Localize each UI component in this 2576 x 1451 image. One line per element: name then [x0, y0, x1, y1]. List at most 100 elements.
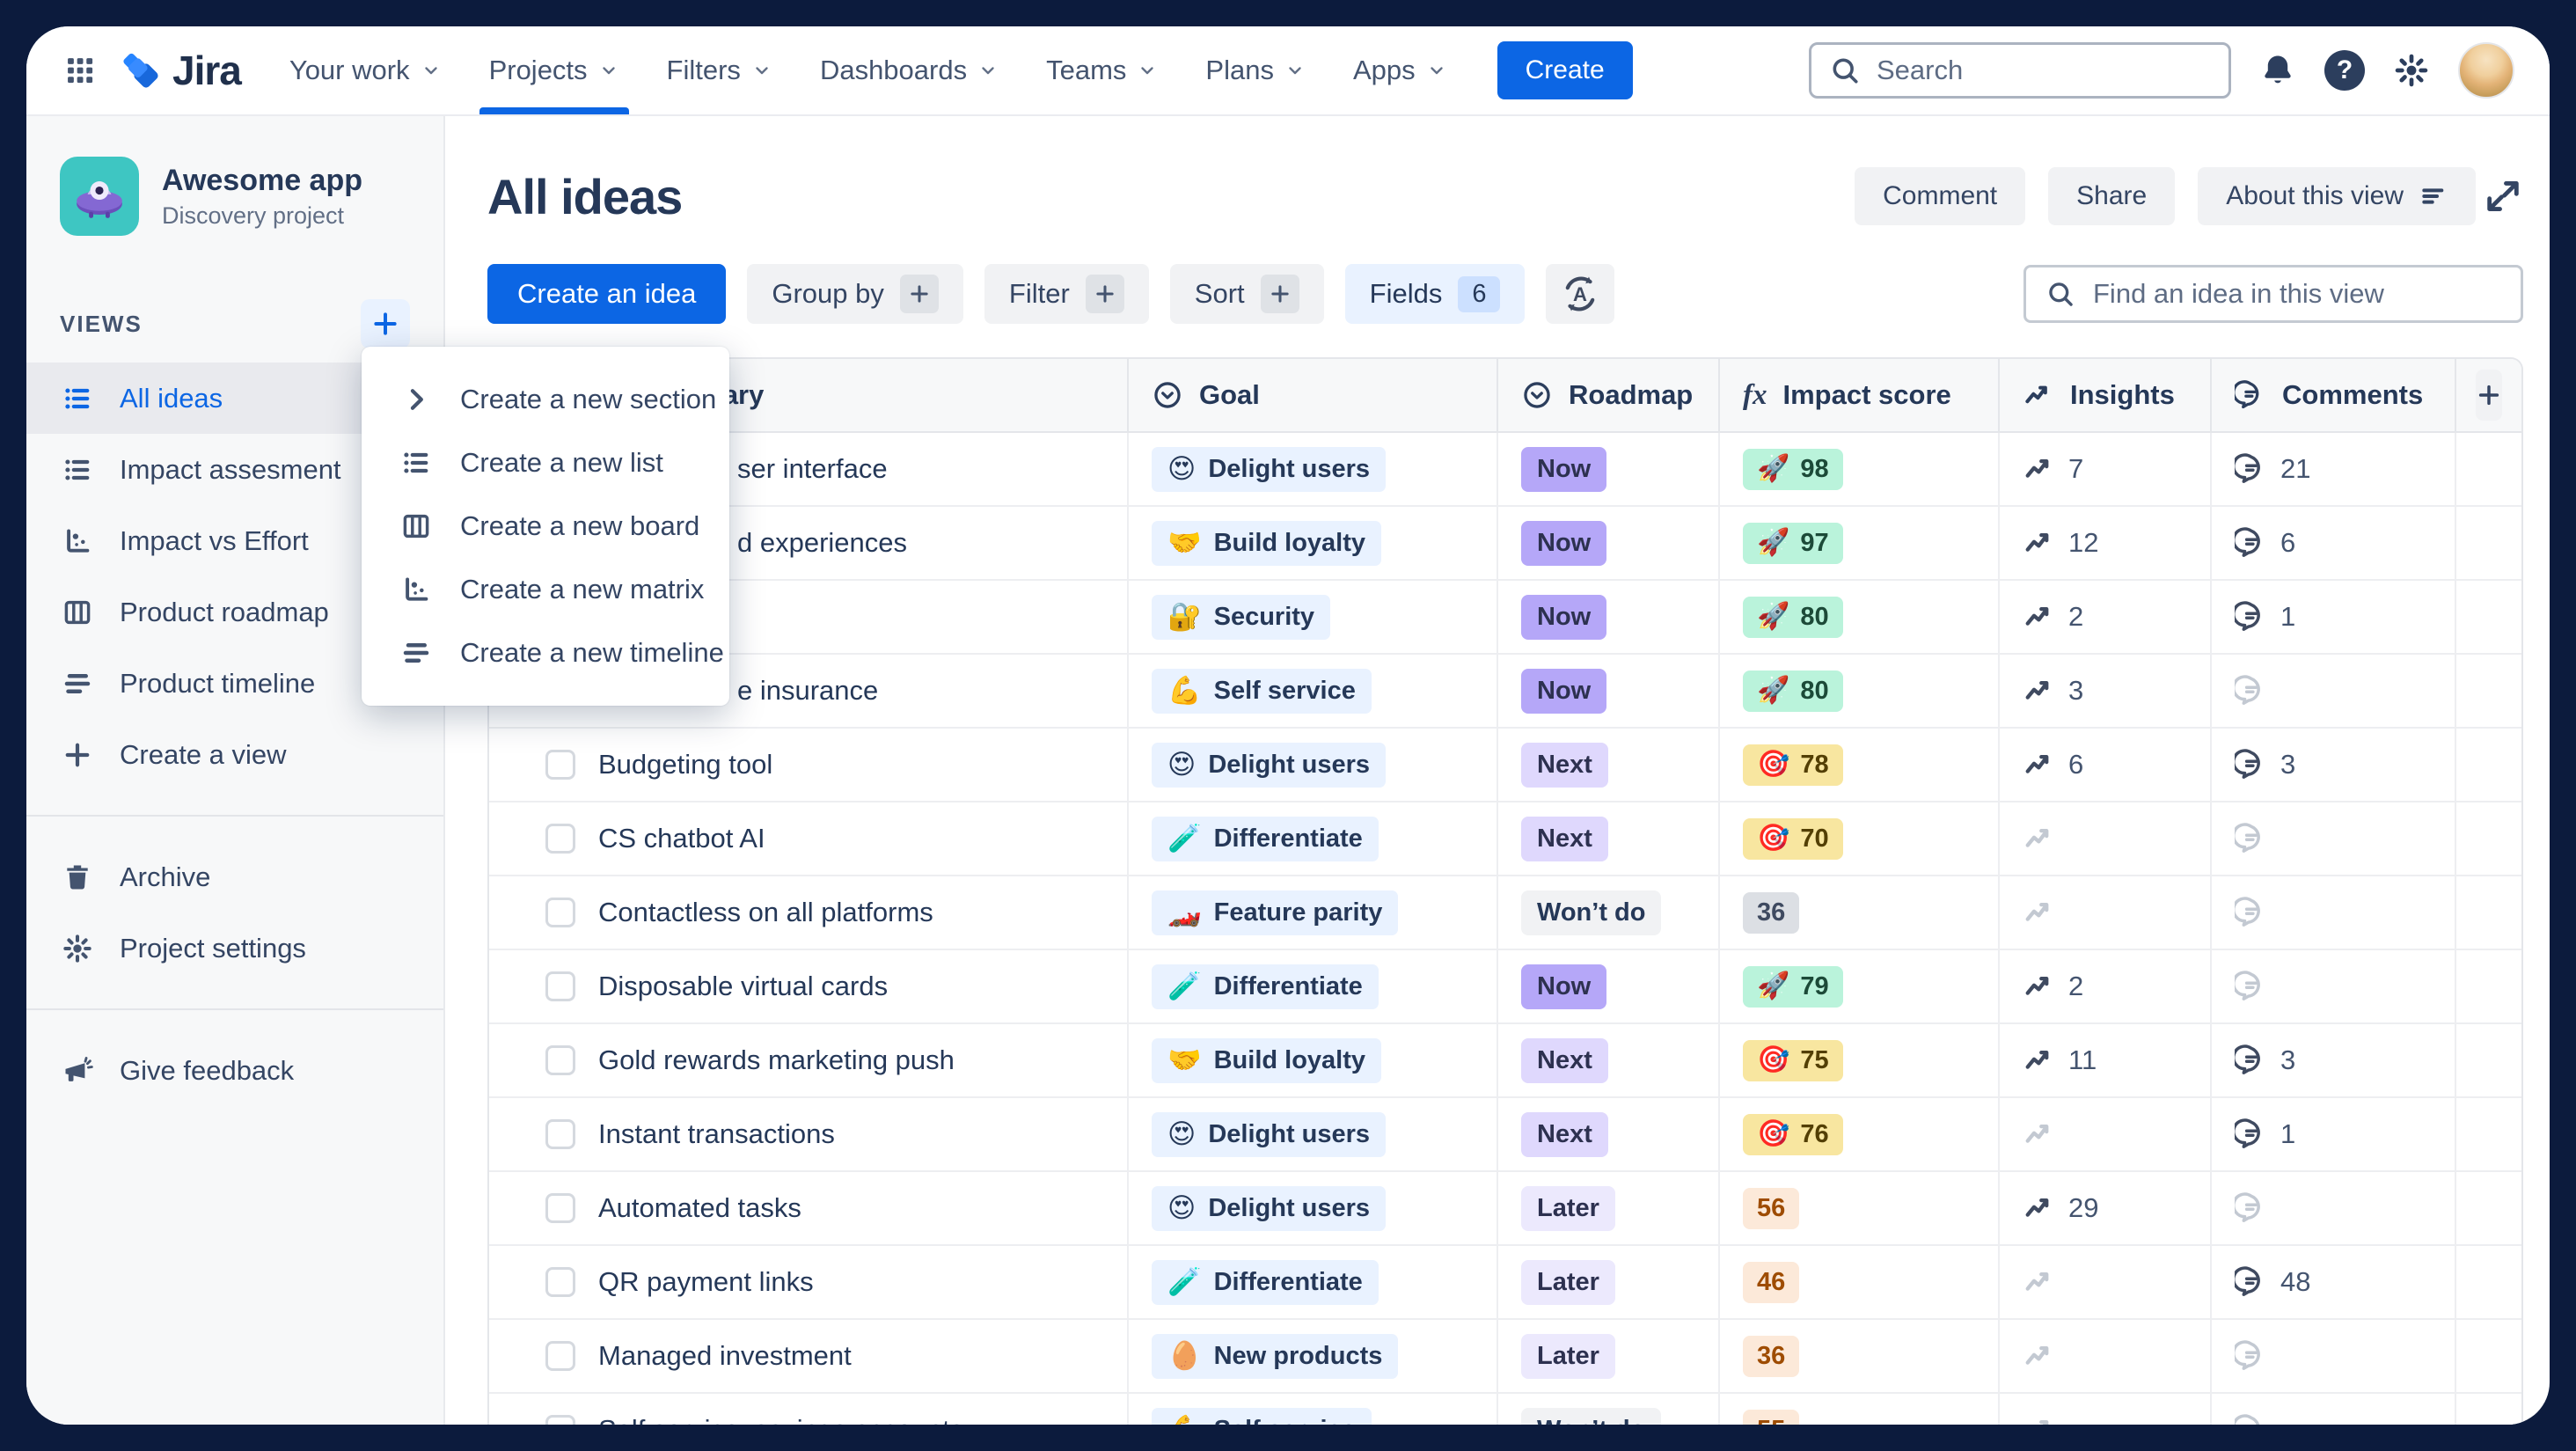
summary-cell[interactable]: Gold rewards marketing push [489, 1024, 1129, 1096]
summary-cell[interactable]: Managed investment [489, 1320, 1129, 1392]
insights-cell[interactable]: 2 [2000, 950, 2212, 1022]
comments-metric[interactable] [2235, 1339, 2268, 1373]
goal-cell[interactable]: 🔐 Security [1129, 581, 1498, 653]
table-row[interactable]: Instant transactions 😍 Delight users Next 🎯 7… [489, 1098, 2521, 1172]
fields-button[interactable]: Fields 6 [1344, 264, 1526, 324]
row-checkbox[interactable] [545, 824, 575, 854]
goal-cell[interactable]: 🧪 Differentiate [1129, 802, 1498, 875]
roadmap-cell[interactable]: Now [1498, 950, 1720, 1022]
goal-chip[interactable]: 🤝 Build loyalty [1152, 520, 1382, 566]
goal-cell[interactable]: 💪 Self service [1129, 655, 1498, 727]
comments-cell[interactable] [2212, 876, 2456, 949]
goal-cell[interactable]: 😍 Delight users [1129, 433, 1498, 505]
impact-score-cell[interactable]: 🎯 76 [1720, 1098, 2000, 1170]
impact-score-cell[interactable]: 🚀 80 [1720, 581, 2000, 653]
comments-cell[interactable]: 1 [2212, 1098, 2456, 1170]
nav-item-filters[interactable]: Filters [643, 26, 796, 114]
roadmap-cell[interactable]: Next [1498, 802, 1720, 875]
roadmap-badge[interactable]: Won’t do [1521, 1407, 1662, 1425]
table-row[interactable]: CS chatbot AI 🧪 Differentiate Next 🎯 70 [489, 802, 2521, 876]
notifications-bell-icon[interactable] [2259, 52, 2296, 89]
nav-item-dashboards[interactable]: Dashboards [796, 26, 1022, 114]
comments-metric[interactable] [2235, 970, 2268, 1003]
goal-chip[interactable]: 😍 Delight users [1152, 446, 1387, 492]
insights-metric[interactable]: 11 [2023, 1044, 2097, 1077]
table-row[interactable]: ser interface 😍 Delight users Now 🚀 98 7 21 [489, 433, 2521, 507]
impact-score-cell[interactable]: 🎯 78 [1720, 729, 2000, 801]
insights-cell[interactable] [2000, 1246, 2212, 1318]
comments-metric[interactable]: 3 [2235, 1044, 2295, 1077]
apps-grid-icon[interactable] [62, 52, 99, 89]
impact-score-badge[interactable]: 🎯 75 [1743, 1039, 1843, 1081]
goal-cell[interactable]: 🤝 Build loyalty [1129, 507, 1498, 579]
impact-score-badge[interactable]: 🚀 97 [1743, 522, 1843, 564]
goal-cell[interactable]: 🏎️ Feature parity [1129, 876, 1498, 949]
roadmap-badge[interactable]: Now [1521, 520, 1607, 566]
impact-score-cell[interactable]: 36 [1720, 1320, 2000, 1392]
goal-chip[interactable]: 😍 Delight users [1152, 742, 1387, 788]
give-feedback-button[interactable]: Give feedback [26, 1035, 443, 1106]
insights-metric[interactable]: 12 [2023, 526, 2098, 560]
insights-cell[interactable]: 7 [2000, 433, 2212, 505]
goal-chip[interactable]: 🤝 Build loyalty [1152, 1037, 1382, 1083]
goal-cell[interactable]: 😍 Delight users [1129, 729, 1498, 801]
menu-item-create-a-new-list[interactable]: Create a new list [362, 431, 729, 495]
translate-button[interactable]: A [1546, 264, 1615, 324]
goal-chip[interactable]: 😍 Delight users [1152, 1185, 1387, 1231]
roadmap-cell[interactable]: Later [1498, 1172, 1720, 1244]
summary-cell[interactable]: Disposable virtual cards [489, 950, 1129, 1022]
insights-cell[interactable] [2000, 802, 2212, 875]
row-checkbox[interactable] [545, 1045, 575, 1075]
row-checkbox[interactable] [545, 971, 575, 1001]
insights-cell[interactable]: 12 [2000, 507, 2212, 579]
roadmap-badge[interactable]: Next [1521, 1037, 1608, 1083]
jira-logo[interactable]: Jira [118, 47, 242, 94]
comment-button[interactable]: Comment [1855, 167, 2026, 225]
table-row[interactable]: 🔐 Security Now 🚀 80 2 1 [489, 581, 2521, 655]
roadmap-badge[interactable]: Later [1521, 1333, 1615, 1379]
impact-score-badge[interactable]: 🎯 70 [1743, 817, 1843, 860]
settings-gear-icon[interactable] [2393, 52, 2430, 89]
roadmap-cell[interactable]: Won’t do [1498, 876, 1720, 949]
comments-cell[interactable] [2212, 655, 2456, 727]
impact-score-badge[interactable]: 46 [1743, 1261, 1800, 1303]
add-column-button[interactable] [2476, 370, 2502, 421]
roadmap-badge[interactable]: Next [1521, 742, 1608, 788]
create-button[interactable]: Create [1497, 41, 1633, 99]
comments-cell[interactable] [2212, 1172, 2456, 1244]
impact-score-cell[interactable]: 46 [1720, 1246, 2000, 1318]
comments-metric[interactable] [2235, 1413, 2268, 1425]
insights-metric[interactable]: 29 [2023, 1191, 2098, 1225]
impact-score-cell[interactable]: 36 [1720, 876, 2000, 949]
summary-cell[interactable]: Automated tasks [489, 1172, 1129, 1244]
impact-score-cell[interactable]: 🚀 80 [1720, 655, 2000, 727]
comments-metric[interactable]: 48 [2235, 1265, 2310, 1299]
impact-score-badge[interactable]: 36 [1743, 891, 1800, 934]
table-row[interactable]: d experiences 🤝 Build loyalty Now 🚀 97 12 6 [489, 507, 2521, 581]
roadmap-badge[interactable]: Now [1521, 446, 1607, 492]
comments-cell[interactable]: 3 [2212, 1024, 2456, 1096]
comments-cell[interactable] [2212, 1320, 2456, 1392]
impact-score-cell[interactable]: 🚀 98 [1720, 433, 2000, 505]
table-row[interactable]: Disposable virtual cards 🧪 Differentiate No… [489, 950, 2521, 1024]
about-this-view-button[interactable]: About this view [2198, 167, 2476, 225]
roadmap-badge[interactable]: Now [1521, 668, 1607, 714]
goal-chip[interactable]: 🥚 New products [1152, 1333, 1399, 1379]
nav-item-teams[interactable]: Teams [1022, 26, 1182, 114]
table-row[interactable]: Managed investment 🥚 New products Later 36 [489, 1320, 2521, 1394]
insights-metric[interactable]: 2 [2023, 970, 2083, 1003]
comments-cell[interactable]: 6 [2212, 507, 2456, 579]
comments-metric[interactable]: 1 [2235, 600, 2295, 634]
table-row[interactable]: Self service: savings accounts 💪 Self serv… [489, 1394, 2521, 1425]
insights-metric[interactable]: 2 [2023, 600, 2083, 634]
row-checkbox[interactable] [545, 898, 575, 927]
goal-chip[interactable]: 💪 Self service [1152, 668, 1372, 714]
comments-metric[interactable] [2235, 1191, 2268, 1225]
comments-metric[interactable]: 21 [2235, 452, 2310, 486]
comments-cell[interactable]: 1 [2212, 581, 2456, 653]
comments-cell[interactable] [2212, 950, 2456, 1022]
comments-metric[interactable]: 3 [2235, 748, 2295, 781]
roadmap-badge[interactable]: Now [1521, 964, 1607, 1009]
insights-cell[interactable] [2000, 1394, 2212, 1425]
goal-chip[interactable]: 💪 Self service [1152, 1407, 1372, 1425]
